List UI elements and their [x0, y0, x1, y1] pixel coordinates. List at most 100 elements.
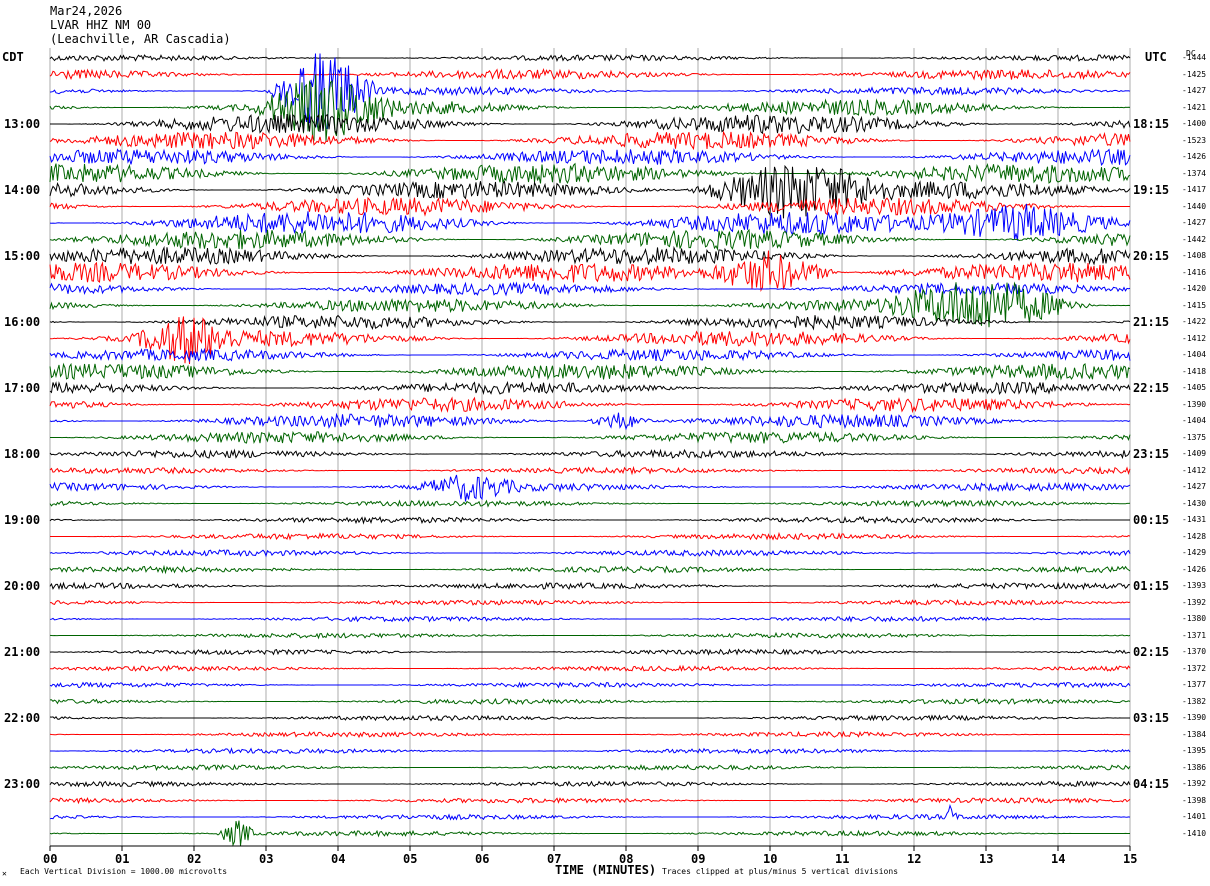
dc-offset-label: -1442 [1182, 234, 1207, 244]
seismic-trace [49, 448, 1131, 460]
seismic-trace [49, 648, 1131, 656]
dc-offset-label: -1370 [1182, 647, 1207, 656]
dc-offset-label: -1372 [1182, 663, 1207, 673]
seismic-trace [49, 74, 1131, 142]
seismic-trace [49, 564, 1131, 575]
dc-offset-label: -1412 [1182, 333, 1207, 343]
cdt-hour-label: 14:00 [4, 183, 41, 197]
dc-offset-label: -1427 [1182, 482, 1207, 491]
cdt-hour-label: 22:00 [4, 711, 41, 725]
x-tick-label: 12 [907, 852, 922, 866]
seismic-trace [49, 515, 1130, 525]
seismic-trace [49, 803, 1131, 821]
dc-offset-label: -1420 [1182, 284, 1207, 293]
minute-gridlines [49, 48, 1131, 846]
dc-offset-label: -1377 [1182, 680, 1207, 689]
utc-hour-label: 03:15 [1133, 711, 1170, 725]
cdt-hour-label: 16:00 [4, 315, 41, 329]
seismic-trace [49, 245, 1131, 266]
utc-hour-label: 22:15 [1133, 381, 1170, 395]
x-tick-label: 13 [979, 852, 994, 866]
dc-offset-label: -1431 [1182, 515, 1207, 524]
seismic-trace [49, 730, 1131, 739]
seismic-trace [49, 780, 1131, 788]
cdt-hour-label: 18:00 [4, 447, 41, 461]
seismogram-plot [49, 48, 1131, 851]
utc-hour-label: 23:15 [1133, 447, 1170, 461]
dc-offset-label: -1382 [1182, 696, 1207, 706]
utc-hour-label: 01:15 [1133, 579, 1170, 593]
seismic-trace [49, 499, 1131, 508]
seismic-trace [49, 763, 1131, 771]
seismic-trace [49, 281, 1131, 297]
dc-offset-label: -1386 [1182, 762, 1207, 772]
seismic-trace [50, 531, 1131, 541]
dc-offset-label: -1393 [1182, 581, 1207, 590]
clip-note: Traces clipped at plus/minus 5 vertical … [662, 867, 899, 876]
seismic-trace [49, 664, 1131, 673]
x-tick-label: 04 [331, 852, 346, 866]
seismic-trace [49, 196, 1130, 217]
seismic-traces [49, 53, 1131, 847]
dc-offset-label: -1428 [1182, 531, 1207, 541]
dc-offset-label: -1422 [1182, 317, 1207, 326]
seismic-trace [49, 380, 1131, 396]
seismic-trace [50, 747, 1131, 755]
utc-hour-label: 21:15 [1133, 315, 1170, 329]
dc-offset-label: -1523 [1182, 135, 1207, 145]
seismic-trace [49, 549, 1131, 558]
x-tick-label: 02 [187, 852, 202, 866]
scale-note: Each Vertical Division = 1000.00 microvo… [20, 867, 228, 876]
x-tick-label: 06 [475, 852, 490, 866]
seismic-trace [49, 631, 1131, 640]
dc-offset-label: -1408 [1182, 251, 1207, 260]
seismic-trace [49, 347, 1131, 363]
seismic-trace [50, 430, 1131, 445]
dc-offset-label: -1440 [1182, 201, 1207, 211]
dc-offset-label: -1417 [1182, 185, 1207, 194]
dc-offset-label: -1375 [1182, 432, 1207, 442]
seismic-trace [49, 53, 1131, 63]
dc-offset-label: -1430 [1182, 498, 1207, 508]
x-tick-label: 01 [115, 852, 130, 866]
dc-offset-label: -1400 [1182, 119, 1207, 128]
x-tick-label: 00 [43, 852, 58, 866]
seismic-trace [49, 820, 1130, 847]
time-axis [49, 845, 1131, 851]
x-tick-label: 14 [1051, 852, 1066, 866]
x-tick-label: 10 [763, 852, 778, 866]
dc-offset-label: -1404 [1182, 350, 1207, 359]
seismic-trace [50, 598, 1131, 606]
x-tick-label: 09 [691, 852, 706, 866]
cdt-hour-label: 15:00 [4, 249, 41, 263]
corner-mark: ✕ [2, 869, 7, 878]
dc-offset-label: -1418 [1182, 366, 1207, 376]
dc-offset-label: -1426 [1182, 564, 1207, 574]
utc-hour-label: 18:15 [1133, 117, 1170, 131]
x-tick-label: 05 [403, 852, 418, 866]
dc-offset-label: -1374 [1182, 168, 1207, 178]
dc-offset-label: -1405 [1182, 383, 1207, 392]
utc-hour-label: 19:15 [1133, 183, 1170, 197]
dc-offset-label: -1404 [1182, 416, 1207, 425]
cdt-hour-label: 21:00 [4, 645, 41, 659]
utc-hour-label: 04:15 [1133, 777, 1170, 791]
utc-hour-label: 00:15 [1133, 513, 1170, 527]
dc-offset-label: -1410 [1182, 828, 1207, 838]
seismic-trace [49, 362, 1131, 381]
seismic-trace [50, 113, 1131, 135]
cdt-hour-label: 23:00 [4, 777, 41, 791]
seismic-trace [49, 615, 1130, 623]
dc-offset-label: -1390 [1182, 399, 1207, 409]
dc-offset-label: -1427 [1182, 218, 1207, 227]
seismic-trace [49, 697, 1131, 706]
seismic-trace [49, 53, 1131, 130]
dc-offset-label: -1444 [1182, 53, 1207, 62]
seismic-trace [49, 681, 1131, 689]
seismic-trace [49, 465, 1131, 476]
dc-offset-label: -1416 [1182, 267, 1207, 277]
dc-offset-label: -1392 [1182, 779, 1207, 788]
dc-offset-label: -1390 [1182, 713, 1207, 722]
x-axis-title: TIME (MINUTES) [555, 863, 657, 877]
seismic-trace [49, 714, 1130, 722]
